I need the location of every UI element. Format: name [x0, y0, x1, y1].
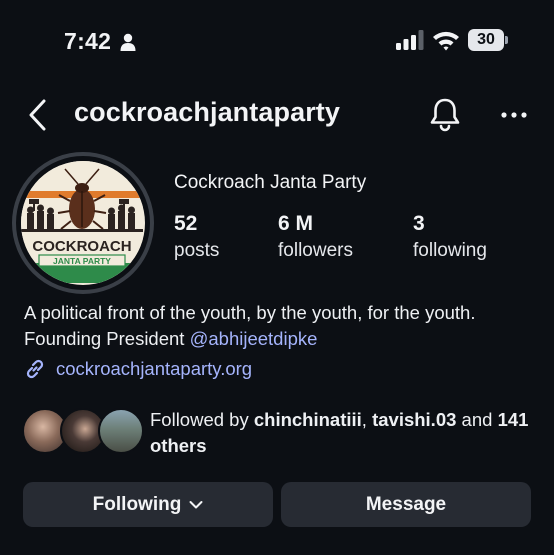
posts-label: posts — [174, 240, 220, 261]
chevron-down-icon — [189, 500, 203, 508]
display-name: Cockroach Janta Party — [174, 172, 367, 193]
following-button[interactable]: Following — [23, 482, 273, 527]
profile-username: cockroachjantaparty — [74, 97, 341, 127]
followers-label: followers — [278, 240, 353, 261]
bell-icon[interactable] — [428, 96, 462, 132]
followed-by-text[interactable]: Followed by chinchinatiii, tavishi.03 an… — [150, 407, 540, 459]
profile-avatar[interactable]: COCKROACH JANTA PARTY — [12, 152, 154, 294]
party-logo-art: COCKROACH JANTA PARTY — [21, 161, 143, 283]
person-icon — [120, 33, 136, 51]
mutual-followers-avatars[interactable] — [22, 408, 144, 456]
following-count: 3 — [413, 212, 425, 235]
bio-mention-link[interactable]: @abhijeetdipke — [190, 328, 318, 349]
followed-by-conjunction: and — [456, 409, 498, 430]
wifi-icon — [433, 31, 459, 51]
following-label: following — [413, 240, 487, 261]
status-bar: 7:42 30 — [0, 0, 554, 80]
stat-following[interactable]: 3 following — [413, 212, 487, 262]
website-link[interactable]: cockroachjantaparty.org — [24, 356, 252, 382]
posts-count: 52 — [174, 212, 198, 235]
party-logo: COCKROACH JANTA PARTY — [21, 161, 145, 285]
message-button[interactable]: Message — [281, 482, 531, 527]
status-time: 7:42 — [64, 28, 112, 54]
back-icon[interactable] — [26, 98, 50, 132]
logo-text-line1: COCKROACH — [32, 238, 131, 255]
bio: A political front of the youth, by the y… — [24, 300, 524, 352]
signal-icon — [396, 30, 424, 50]
following-button-label: Following — [92, 493, 182, 515]
followed-by-prefix: Followed by — [150, 409, 254, 430]
battery-icon: 30 — [468, 29, 508, 51]
followed-by-user: tavishi.03 — [372, 409, 457, 430]
website-link-text[interactable]: cockroachjantaparty.org — [56, 358, 252, 380]
stat-followers[interactable]: 6 M followers — [278, 212, 353, 262]
logo-text-line2: JANTA PARTY — [53, 256, 111, 266]
avatar — [98, 408, 144, 454]
link-icon — [26, 359, 44, 379]
more-icon[interactable] — [500, 110, 528, 120]
battery-level: 30 — [477, 31, 495, 48]
message-button-label: Message — [365, 493, 447, 515]
followers-count: 6 M — [278, 212, 314, 235]
followed-by-separator: , — [361, 409, 373, 430]
followed-by-user: chinchinatiii — [253, 409, 362, 430]
stat-posts[interactable]: 52 posts — [174, 212, 219, 262]
